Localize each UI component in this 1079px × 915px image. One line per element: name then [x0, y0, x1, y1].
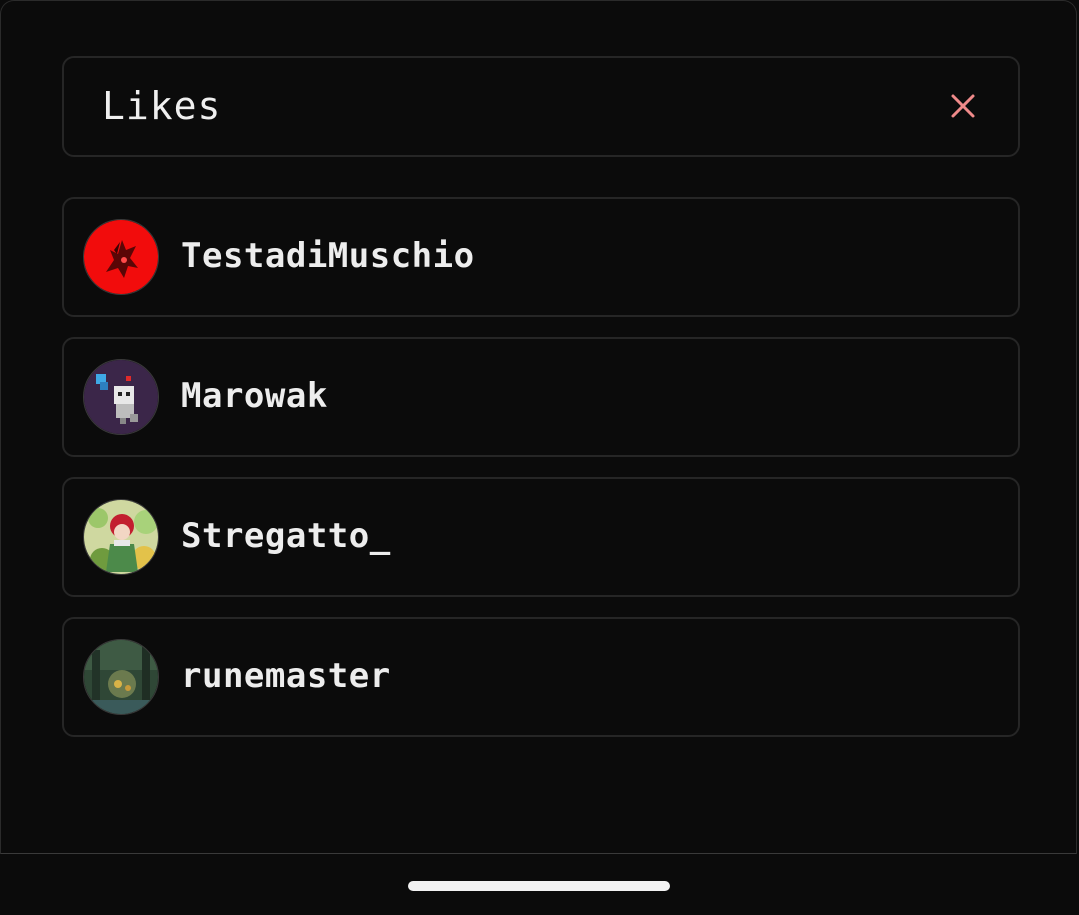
close-icon [951, 94, 975, 118]
avatar [83, 359, 159, 435]
likes-header: Likes [62, 56, 1020, 157]
avatar [83, 219, 159, 295]
system-navigation-bar [0, 855, 1079, 915]
likes-sheet: Likes TestadiMuschio Marowak Stregatto_ … [0, 0, 1077, 854]
username: TestadiMuschio [181, 236, 475, 276]
close-button[interactable] [948, 91, 978, 121]
list-item-user[interactable]: Marowak [62, 337, 1020, 457]
home-indicator[interactable] [408, 881, 670, 891]
list-item-user[interactable]: Stregatto_ [62, 477, 1020, 597]
list-item-user[interactable]: runemaster [62, 617, 1020, 737]
username: Stregatto_ [181, 516, 391, 556]
avatar [83, 639, 159, 715]
username: Marowak [181, 376, 328, 416]
list-item-user[interactable]: TestadiMuschio [62, 197, 1020, 317]
avatar [83, 499, 159, 575]
page-title: Likes [102, 84, 222, 128]
username: runemaster [181, 656, 391, 696]
